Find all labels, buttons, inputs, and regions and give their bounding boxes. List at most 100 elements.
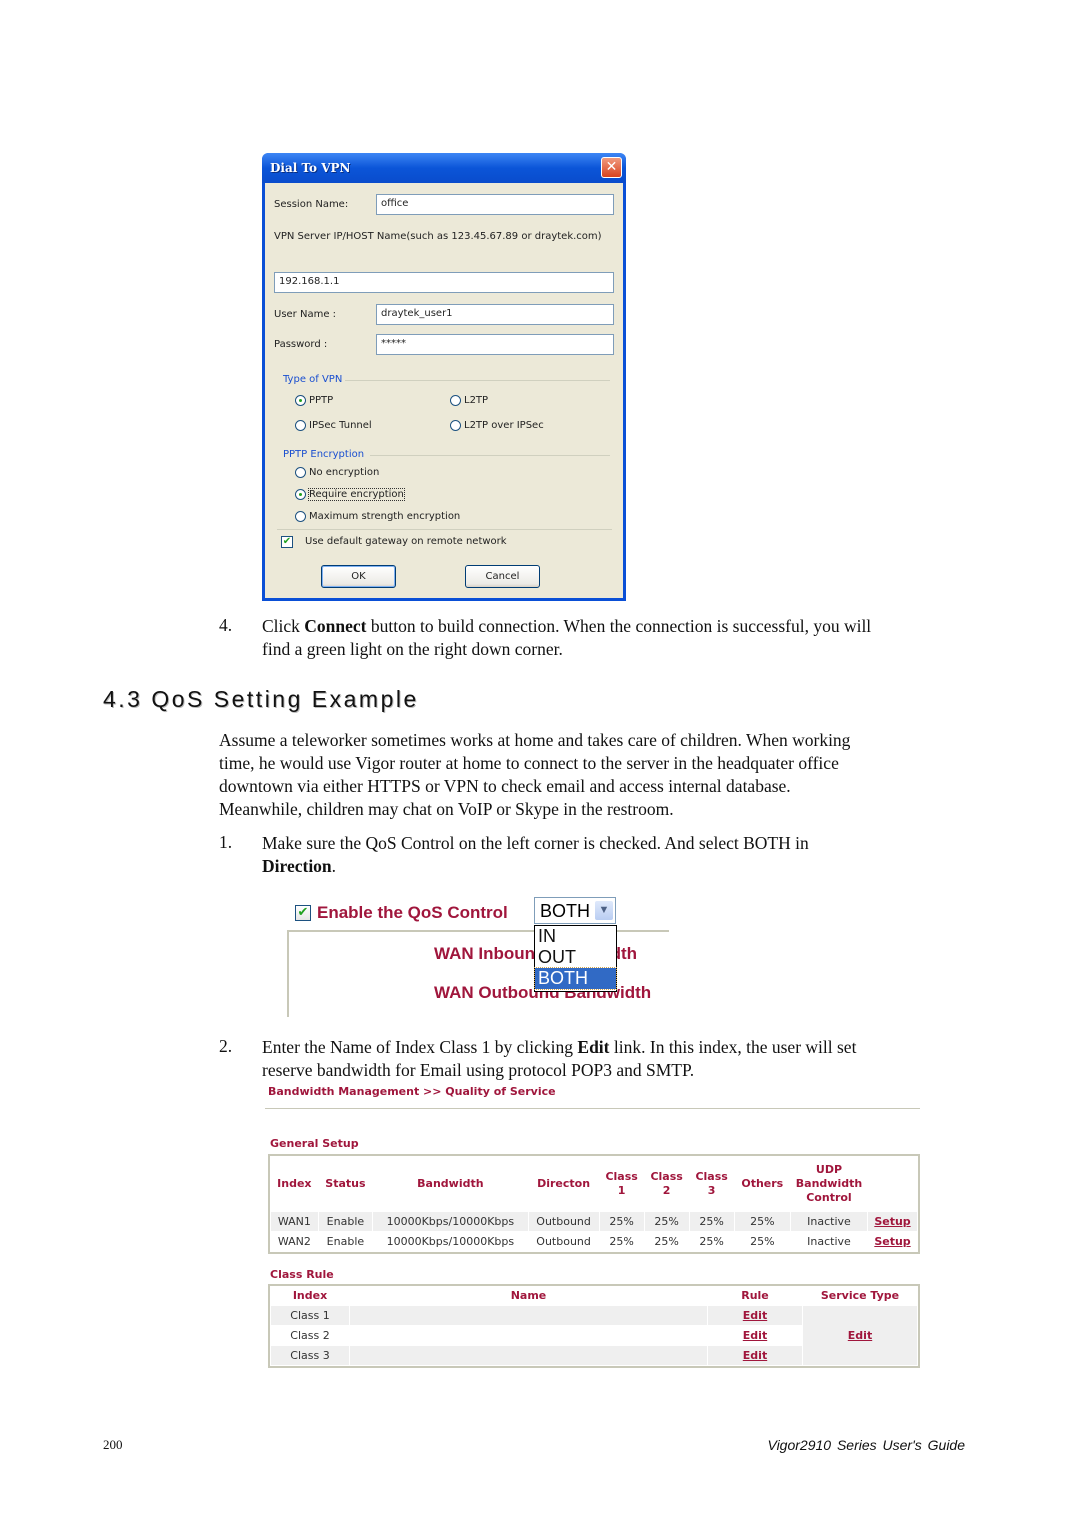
direction-value: BOTH bbox=[540, 901, 591, 921]
cancel-button[interactable]: Cancel bbox=[465, 565, 540, 588]
cell-udp-control: Inactive bbox=[790, 1212, 867, 1231]
cell-udp-control: Inactive bbox=[807, 1235, 851, 1248]
option-in[interactable]: IN bbox=[535, 926, 616, 947]
cell-class2: 25% bbox=[644, 1212, 689, 1231]
cell-class3: 25% bbox=[699, 1235, 724, 1248]
column-header: Service Type bbox=[820, 1289, 900, 1302]
column-header: Index bbox=[292, 1289, 328, 1302]
dialog-title: Dial To VPN bbox=[270, 161, 351, 175]
dial-to-vpn-dialog: Dial To VPN ✕ Session Name: office VPN S… bbox=[262, 153, 626, 601]
cell-name bbox=[350, 1326, 707, 1345]
qos-control-label: Enable the QoS Control bbox=[317, 903, 508, 922]
rule-edit-link[interactable]: Edit bbox=[743, 1349, 767, 1362]
server-input[interactable]: 192.168.1.1 bbox=[274, 272, 614, 293]
vpn-type-group-title: Type of VPN bbox=[283, 374, 343, 385]
direction-select[interactable]: BOTH ▼ bbox=[534, 897, 616, 924]
cell-action: Setup bbox=[867, 1212, 917, 1231]
radio-selected-icon bbox=[295, 489, 306, 500]
bold-text: Connect bbox=[304, 616, 367, 636]
cell-status: Enable bbox=[318, 1212, 373, 1231]
divider bbox=[265, 1108, 920, 1109]
text: Enter the Name of Index Class 1 by click… bbox=[262, 1037, 578, 1057]
bold-text: Edit bbox=[577, 1037, 610, 1057]
setup-link[interactable]: Setup bbox=[874, 1215, 910, 1228]
username-label: User Name : bbox=[274, 309, 337, 320]
table-row: WAN1 Enable 10000Kbps/10000Kbps Outbound… bbox=[271, 1212, 917, 1231]
cell-class1: 25% bbox=[609, 1235, 634, 1248]
cell-status: Enable bbox=[326, 1235, 365, 1248]
guide-title: Vigor2910 Series User's Guide bbox=[767, 1437, 965, 1453]
ok-button[interactable]: OK bbox=[321, 565, 396, 588]
column-header: Others bbox=[741, 1177, 784, 1190]
radio-no-encryption[interactable]: No encryption bbox=[295, 467, 379, 478]
radio-require-encryption[interactable]: Require encryption bbox=[295, 488, 405, 501]
cell-name bbox=[350, 1346, 707, 1365]
general-setup-title: General Setup bbox=[270, 1137, 359, 1150]
text-line: Assume a teleworker sometimes works at h… bbox=[219, 730, 851, 750]
cell-class3: 25% bbox=[689, 1212, 734, 1231]
radio-pptp[interactable]: PPTP bbox=[295, 395, 333, 406]
column-header: Index bbox=[277, 1177, 312, 1190]
step-number: 2. bbox=[219, 1036, 233, 1056]
setup-link[interactable]: Setup bbox=[874, 1235, 910, 1248]
service-type-edit-link[interactable]: Edit bbox=[848, 1329, 872, 1342]
cell-action: Setup bbox=[868, 1232, 917, 1251]
session-name-input[interactable]: office bbox=[376, 194, 614, 215]
cell-class2: 25% bbox=[654, 1235, 679, 1248]
username-input[interactable]: draytek_user1 bbox=[376, 304, 614, 325]
radio-l2tp[interactable]: L2TP bbox=[450, 395, 488, 406]
cell-others: 25% bbox=[750, 1235, 775, 1248]
class-rule-table: Index Name Rule Service Type Class 1 Edi… bbox=[268, 1284, 920, 1368]
cell-rule: Edit bbox=[708, 1326, 802, 1345]
text: button to build connection. When the con… bbox=[366, 616, 872, 636]
cell-index: Class 2 bbox=[290, 1329, 330, 1342]
text: find a green light on the right down cor… bbox=[262, 639, 563, 659]
rule-edit-link[interactable]: Edit bbox=[743, 1329, 767, 1342]
direction-dropdown: IN OUT BOTH bbox=[534, 925, 617, 992]
column-header: UDP Bandwidth Control bbox=[795, 1163, 863, 1204]
radio-label: IPSec Tunnel bbox=[309, 420, 372, 431]
radio-label: Require encryption bbox=[308, 488, 405, 501]
text-line: downtown via either HTTPS or VPN to chec… bbox=[219, 776, 791, 796]
close-icon[interactable]: ✕ bbox=[601, 157, 622, 178]
server-label: VPN Server IP/HOST Name(such as 123.45.6… bbox=[274, 231, 602, 242]
cell-class1: 25% bbox=[599, 1212, 644, 1231]
qos-control-checkbox[interactable]: ✔ bbox=[295, 905, 311, 921]
chevron-down-icon[interactable]: ▼ bbox=[595, 901, 613, 920]
column-header: Class 1 bbox=[605, 1170, 638, 1197]
radio-max-encryption[interactable]: Maximum strength encryption bbox=[295, 511, 460, 522]
rule-edit-link[interactable]: Edit bbox=[743, 1309, 767, 1322]
default-gateway-checkbox[interactable]: ✔ bbox=[281, 536, 293, 548]
cell-index: WAN1 bbox=[271, 1212, 318, 1231]
column-header: Rule bbox=[741, 1289, 769, 1302]
radio-l2tp-over-ipsec[interactable]: L2TP over IPSec bbox=[450, 420, 544, 431]
step-4-text: Click Connect button to build connection… bbox=[262, 615, 982, 661]
option-out[interactable]: OUT bbox=[535, 947, 616, 968]
radio-label: L2TP bbox=[464, 395, 489, 406]
group-divider bbox=[345, 380, 610, 381]
section-title: 4.3 QoS Setting Example bbox=[103, 686, 419, 712]
radio-label: L2TP over IPSec bbox=[464, 420, 544, 431]
column-header: Class 2 bbox=[650, 1170, 683, 1197]
cell-bandwidth: 10000Kbps/10000Kbps bbox=[373, 1212, 528, 1231]
radio-icon bbox=[295, 420, 306, 431]
password-input[interactable]: ***** bbox=[376, 334, 614, 355]
general-setup-table: Index Status Bandwidth Directon Class 1 … bbox=[268, 1154, 920, 1254]
cell-others: 25% bbox=[734, 1212, 790, 1231]
cell-service-type: Edit bbox=[803, 1306, 917, 1365]
column-header: Directon bbox=[537, 1177, 591, 1190]
default-gateway-label: Use default gateway on remote network bbox=[305, 536, 507, 547]
encryption-group-title: PPTP Encryption bbox=[283, 449, 365, 460]
column-header: Name bbox=[510, 1289, 547, 1302]
table-row: WAN2 Enable 10000Kbps/10000Kbps Outbound… bbox=[271, 1232, 917, 1251]
radio-icon bbox=[295, 467, 306, 478]
cell-bandwidth: 10000Kbps/10000Kbps bbox=[386, 1235, 515, 1248]
option-both[interactable]: BOTH bbox=[534, 967, 617, 990]
text-line: Meanwhile, children may chat on VoIP or … bbox=[219, 799, 674, 819]
group-divider bbox=[277, 529, 612, 530]
radio-icon bbox=[450, 395, 461, 406]
radio-ipsec-tunnel[interactable]: IPSec Tunnel bbox=[295, 420, 372, 431]
column-header: Bandwidth bbox=[417, 1177, 484, 1190]
text: link. In this index, the user will set bbox=[609, 1037, 857, 1057]
cell-name bbox=[350, 1306, 707, 1325]
